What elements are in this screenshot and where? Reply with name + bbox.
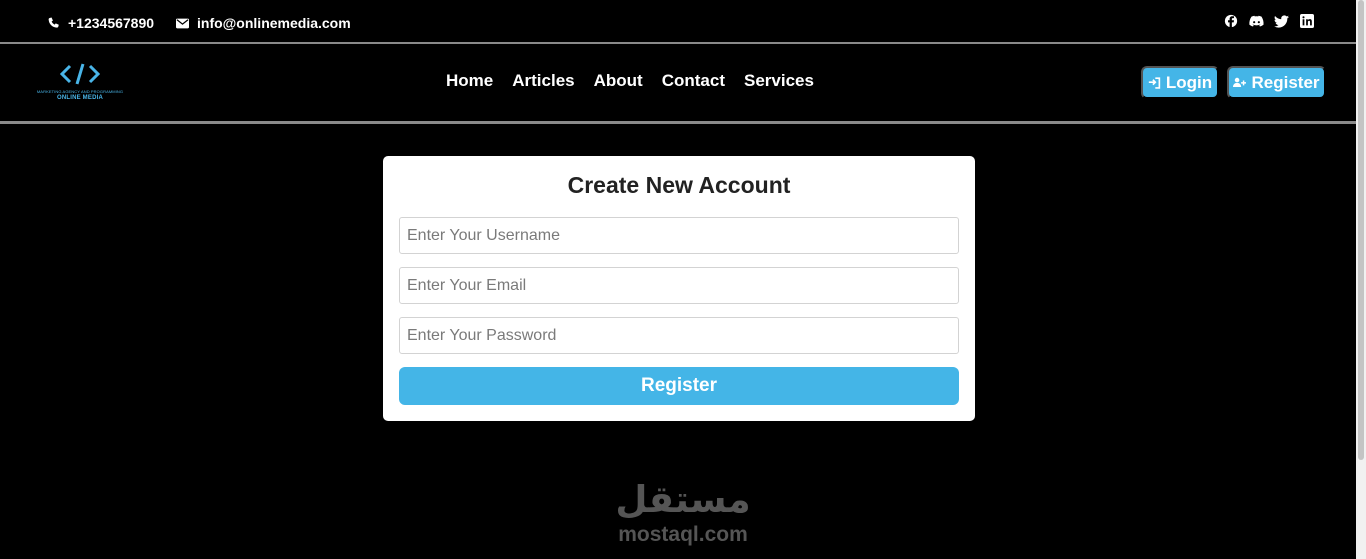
code-brackets-logo-icon [60,63,100,85]
logo-tagline: MARKETING AGENCY AND PROGRAMMING [36,89,124,94]
password-input[interactable] [399,317,959,354]
facebook-icon[interactable] [1223,13,1239,29]
nav-services[interactable]: Services [744,71,814,91]
user-plus-icon [1233,77,1247,87]
mostaql-watermark: مستقل mostaql.com [607,474,759,550]
svg-text:مستقل: مستقل [615,478,750,521]
main-navbar: MARKETING AGENCY AND PROGRAMMING ONLINE … [0,44,1356,124]
login-label: Login [1165,72,1213,92]
mostaql-url: mostaql.com [618,523,748,546]
phone-number: +1234567890 [68,15,155,31]
email-contact[interactable]: info@onlinemedia.com [176,15,351,31]
nav-home[interactable]: Home [446,71,493,91]
phone-icon [48,16,59,28]
page-title: Create New Account [567,172,791,198]
online-media-logo[interactable]: MARKETING AGENCY AND PROGRAMMING ONLINE … [31,62,129,104]
phone-contact[interactable]: +1234567890 [47,15,154,31]
registration-card: Create New Account Register [383,156,975,421]
nav-contact[interactable]: Contact [662,71,725,91]
nav-about[interactable]: About [594,71,643,91]
register-submit-button[interactable]: Register [399,367,959,405]
twitter-icon[interactable] [1273,13,1289,29]
login-button[interactable]: Login [1141,66,1219,99]
register-label: Register [1251,72,1320,92]
discord-icon[interactable] [1248,13,1264,29]
register-button[interactable]: Register [1227,66,1326,99]
top-contact-bar: +1234567890 info@onlinemedia.com [0,0,1356,44]
nav-articles[interactable]: Articles [512,71,574,91]
linkedin-icon[interactable] [1299,13,1315,29]
email-address: info@onlinemedia.com [197,15,351,31]
vertical-scrollbar[interactable] [1356,0,1366,559]
username-input[interactable] [399,217,959,254]
sign-in-icon [1148,76,1161,89]
envelope-icon [176,18,189,28]
primary-navigation: Home Articles About Contact Services [446,71,814,91]
mostaql-arabic-wordmark: مستقل [615,478,750,521]
email-input[interactable] [399,267,959,304]
logo-name: ONLINE MEDIA [56,95,104,101]
